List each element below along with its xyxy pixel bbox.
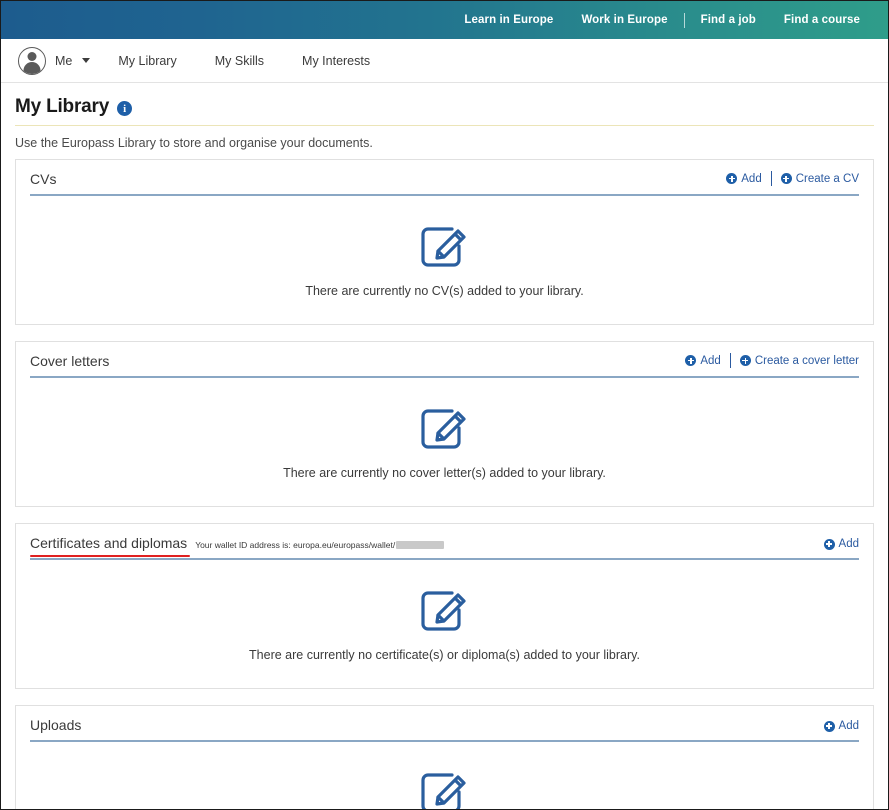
section-title-cover-letters: Cover letters <box>30 353 110 369</box>
top-nav: Learn in Europe Work in Europe Find a jo… <box>450 12 874 28</box>
page-root: Learn in Europe Work in Europe Find a jo… <box>0 0 889 810</box>
section-card-cvs: CVs Add Create a CV There are currently … <box>15 159 874 325</box>
add-cover-letter-button[interactable]: Add <box>678 355 727 367</box>
section-title-uploads: Uploads <box>30 717 82 733</box>
info-icon[interactable]: i <box>117 101 133 116</box>
page-title: My Library <box>15 96 110 117</box>
create-a-cover-letter-label: Create a cover letter <box>754 354 859 367</box>
top-nav-link-work-in-europe[interactable]: Work in Europe <box>567 14 681 26</box>
plus-circle-icon <box>823 538 835 550</box>
create-a-cover-letter-button[interactable]: Create a cover letter <box>733 355 859 367</box>
account-menu[interactable]: Me <box>18 46 91 75</box>
section-header: CVs Add Create a CV <box>16 160 873 187</box>
add-upload-button[interactable]: Add <box>817 720 859 732</box>
page-content: My Library i Use the Europass Library to… <box>1 83 888 809</box>
empty-state-cover-letters: There are currently no cover letter(s) a… <box>16 378 873 506</box>
nav-item-my-skills[interactable]: My Skills <box>215 54 264 68</box>
add-certificate-label: Add <box>838 538 859 550</box>
section-header: Certificates and diplomas Your wallet ID… <box>16 524 873 557</box>
top-nav-link-find-a-job[interactable]: Find a job <box>687 14 770 26</box>
section-actions: Add <box>817 720 859 733</box>
section-header: Uploads Add <box>16 706 873 733</box>
add-cv-label: Add <box>741 172 762 185</box>
plus-circle-icon <box>739 355 751 366</box>
account-menu-label: Me <box>55 53 73 68</box>
chevron-down-icon <box>82 58 91 63</box>
section-card-certificates-and-diplomas: Certificates and diplomas Your wallet ID… <box>15 523 874 689</box>
section-actions: Add <box>817 538 859 551</box>
user-avatar-icon <box>18 46 46 75</box>
add-upload-label: Add <box>838 720 859 732</box>
action-separator <box>729 353 731 368</box>
create-a-cv-label: Create a CV <box>795 172 859 185</box>
annotation-underline <box>30 554 190 557</box>
redaction-bar <box>396 541 445 549</box>
compose-document-icon <box>420 591 466 631</box>
top-nav-separator <box>683 12 685 28</box>
empty-state-cvs: There are currently no CV(s) added to yo… <box>16 196 873 324</box>
section-card-uploads: Uploads Add There are currently no <box>15 705 874 809</box>
page-subtitle: Use the Europass Library to store and or… <box>15 136 373 150</box>
action-separator <box>770 171 772 186</box>
empty-state-text: There are currently no certificate(s) or… <box>249 648 640 662</box>
empty-state-text: There are currently no CV(s) added to yo… <box>305 284 584 298</box>
empty-state-uploads: There are currently no document(s) added… <box>16 742 873 809</box>
section-actions: Add Create a cover letter <box>678 353 859 369</box>
plus-circle-icon <box>726 173 738 184</box>
add-cover-letter-label: Add <box>700 354 721 367</box>
compose-document-icon <box>420 227 466 267</box>
top-nav-link-learn-in-europe[interactable]: Learn in Europe <box>450 14 567 26</box>
create-a-cv-button[interactable]: Create a CV <box>774 173 859 185</box>
section-title-cvs: CVs <box>30 171 57 187</box>
wallet-id-note: Your wallet ID address is: europa.eu/eur… <box>195 540 445 550</box>
empty-state-certificates: There are currently no certificate(s) or… <box>16 560 873 688</box>
main-nav-bar: Me My Library My Skills My Interests <box>1 39 888 83</box>
add-cv-button[interactable]: Add <box>719 173 768 185</box>
section-title-certificates-and-diplomas: Certificates and diplomas <box>30 535 188 551</box>
section-header: Cover letters Add Create a cover letter <box>16 342 873 369</box>
nav-item-my-library[interactable]: My Library <box>118 54 176 68</box>
plus-circle-icon <box>780 173 792 184</box>
plus-circle-icon <box>685 355 697 366</box>
plus-circle-icon <box>823 720 835 732</box>
add-certificate-button[interactable]: Add <box>817 538 859 550</box>
section-actions: Add Create a CV <box>719 171 859 187</box>
wallet-id-text: Your wallet ID address is: europa.eu/eur… <box>195 540 396 550</box>
top-utility-bar: Learn in Europe Work in Europe Find a jo… <box>1 1 888 39</box>
page-header: My Library i <box>15 83 874 126</box>
compose-document-icon <box>420 773 466 809</box>
nav-item-my-interests[interactable]: My Interests <box>302 54 370 68</box>
compose-document-icon <box>420 409 466 449</box>
top-nav-link-find-a-course[interactable]: Find a course <box>770 14 874 26</box>
empty-state-text: There are currently no cover letter(s) a… <box>283 466 606 480</box>
section-card-cover-letters: Cover letters Add Create a cover letter <box>15 341 874 507</box>
